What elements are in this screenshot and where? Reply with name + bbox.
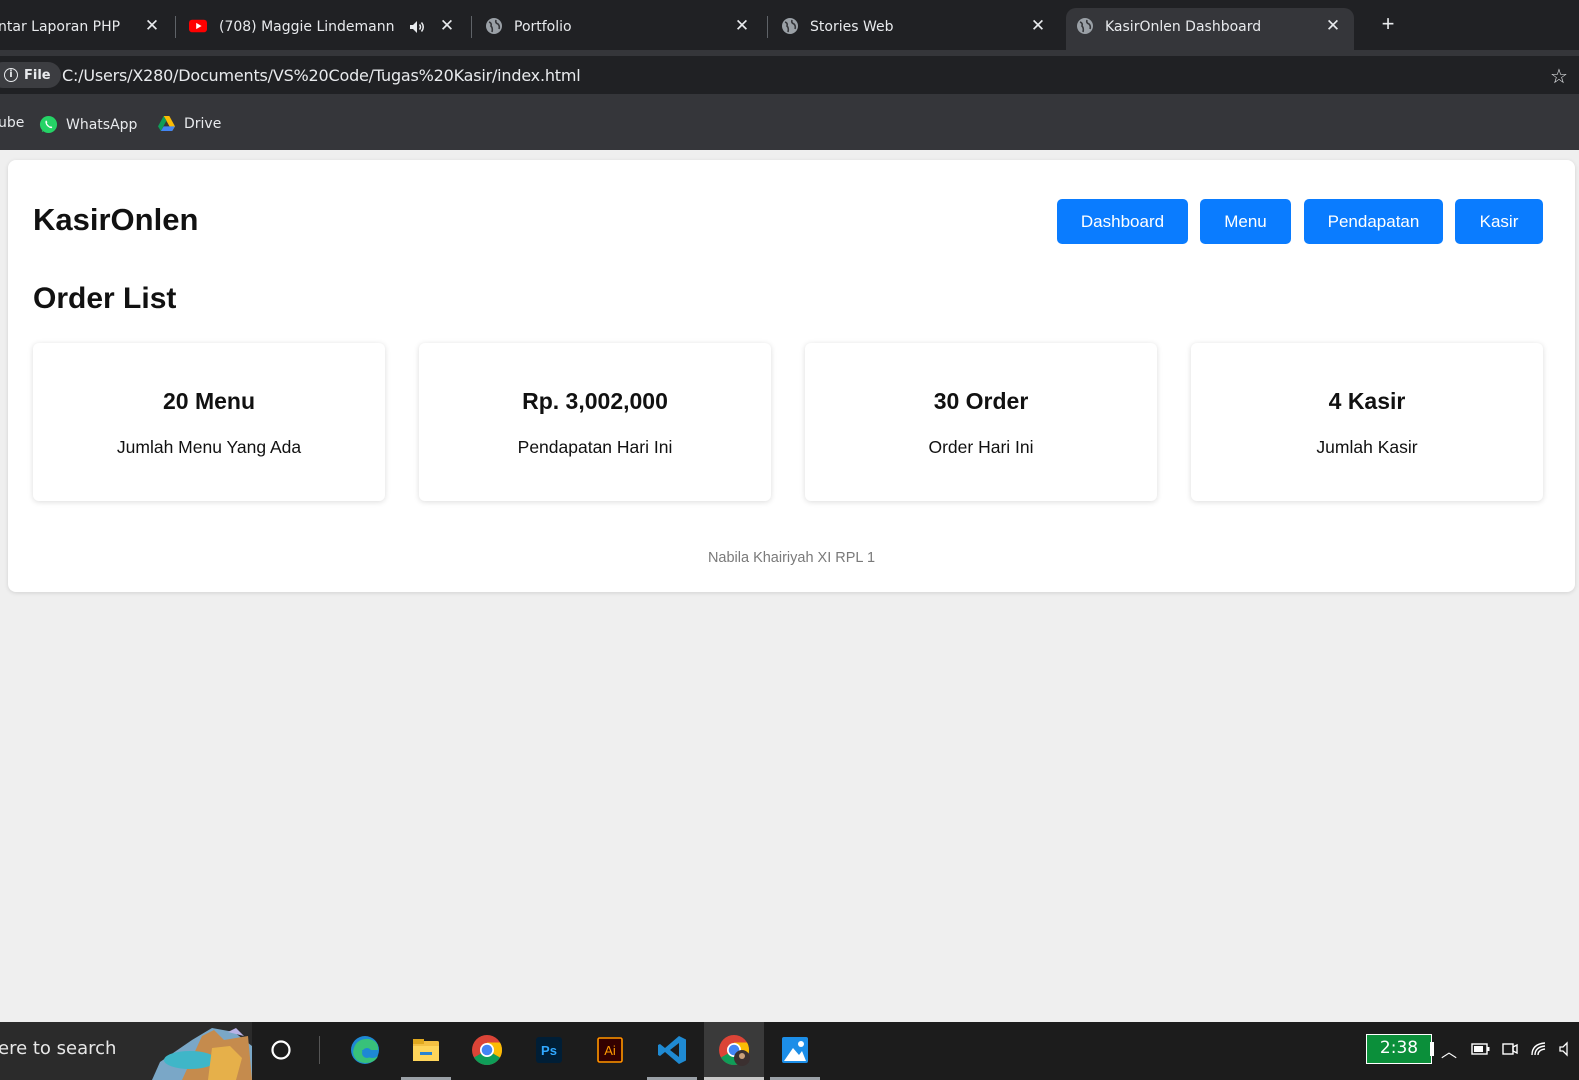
stat-card-menu: 20 Menu Jumlah Menu Yang Ada <box>33 343 385 501</box>
meet-now-icon[interactable] <box>1501 1040 1519 1058</box>
taskbar-divider <box>319 1036 320 1064</box>
footer-credit: Nabila Khairiyah XI RPL 1 <box>707 550 876 566</box>
stat-label: Pendapatan Hari Ini <box>517 437 673 457</box>
tab-stories-web[interactable]: Stories Web ✕ <box>772 8 1062 50</box>
svg-text:Ai: Ai <box>604 1043 616 1058</box>
browser-tab-strip: ntar Laporan PHP ✕ (708) Maggie Lindeman… <box>0 0 1579 50</box>
edge-icon[interactable] <box>345 1030 385 1070</box>
bookmark-youtube[interactable]: ube <box>0 115 24 131</box>
tab-laporan-php[interactable]: ntar Laporan PHP ✕ <box>0 8 170 50</box>
chrome-profile-icon[interactable] <box>714 1030 754 1070</box>
section-title: Order List <box>33 282 177 315</box>
svg-text:Ps: Ps <box>541 1043 557 1058</box>
nav-pendapatan-button[interactable]: Pendapatan <box>1304 199 1443 244</box>
new-tab-button[interactable]: + <box>1376 12 1400 36</box>
tab-title: Stories Web <box>810 19 894 35</box>
battery-icon[interactable] <box>1471 1042 1491 1056</box>
dashboard-container: KasirOnlen Dashboard Menu Pendapatan Kas… <box>8 160 1575 592</box>
site-info-chip[interactable]: i File <box>0 62 61 88</box>
tab-title: KasirOnlen Dashboard <box>1105 19 1262 35</box>
cortana-icon[interactable] <box>261 1030 301 1070</box>
globe-icon <box>782 18 798 34</box>
brand-logo-text[interactable]: KasirOnlen <box>33 202 198 238</box>
volume-icon[interactable] <box>1558 1040 1576 1058</box>
bookmark-whatsapp[interactable]: WhatsApp <box>39 115 137 134</box>
bookmarks-bar: ube WhatsApp Drive <box>0 100 1579 150</box>
stat-value: 20 Menu <box>162 388 256 414</box>
stat-value: 30 Order <box>933 388 1029 414</box>
illustrator-icon[interactable]: Ai <box>590 1030 630 1070</box>
stat-label: Jumlah Menu Yang Ada <box>116 437 302 457</box>
audio-playing-icon[interactable] <box>408 18 426 36</box>
bookmark-label: Drive <box>184 115 222 132</box>
close-icon[interactable]: ✕ <box>733 15 751 37</box>
tab-youtube[interactable]: (708) Maggie Lindemann - I ✕ <box>180 8 470 50</box>
tab-separator <box>471 16 472 38</box>
info-icon: i <box>4 68 18 82</box>
bookmark-drive[interactable]: Drive <box>157 115 221 132</box>
close-icon[interactable]: ✕ <box>438 15 456 37</box>
taskbar-clock[interactable]: 2:38 <box>1366 1034 1432 1064</box>
photoshop-icon[interactable]: Ps <box>529 1030 569 1070</box>
bookmark-label: WhatsApp <box>66 116 138 133</box>
stat-value: 4 Kasir <box>1328 388 1406 414</box>
tab-separator <box>767 16 768 38</box>
search-highlight-illustration-icon <box>152 1028 252 1080</box>
vscode-icon[interactable] <box>652 1030 692 1070</box>
globe-icon <box>486 18 502 34</box>
bookmark-label: ube <box>0 115 25 131</box>
stat-card-pendapatan: Rp. 3,002,000 Pendapatan Hari Ini <box>419 343 771 501</box>
tab-title: Portfolio <box>514 19 572 35</box>
bookmark-star-icon[interactable]: ☆ <box>1550 64 1568 89</box>
url-text[interactable]: C:/Users/X280/Documents/VS%20Code/Tugas%… <box>62 66 581 85</box>
tab-title: (708) Maggie Lindemann - I <box>219 19 399 35</box>
close-icon[interactable]: ✕ <box>1029 15 1047 37</box>
nav-kasir-button[interactable]: Kasir <box>1455 199 1543 244</box>
drive-icon <box>158 115 175 132</box>
tab-portfolio[interactable]: Portfolio ✕ <box>476 8 766 50</box>
taskbar-search-box[interactable]: ere to search <box>0 1022 252 1080</box>
whatsapp-icon <box>39 115 58 134</box>
wifi-icon[interactable] <box>1530 1040 1548 1058</box>
chevron-up-icon[interactable]: ︿ <box>1441 1038 1457 1062</box>
photos-icon[interactable] <box>775 1030 815 1070</box>
stat-card-kasir: 4 Kasir Jumlah Kasir <box>1191 343 1543 501</box>
stat-value: Rp. 3,002,000 <box>522 388 668 414</box>
tab-separator <box>175 16 176 38</box>
close-icon[interactable]: ✕ <box>143 15 161 37</box>
globe-icon <box>1077 18 1093 34</box>
address-bar: i File C:/Users/X280/Documents/VS%20Code… <box>0 50 1579 100</box>
stat-label: Order Hari Ini <box>928 437 1034 457</box>
close-icon[interactable]: ✕ <box>1324 15 1342 37</box>
nav-dashboard-button[interactable]: Dashboard <box>1057 199 1188 244</box>
search-placeholder: ere to search <box>0 1038 117 1059</box>
stat-card-order: 30 Order Order Hari Ini <box>805 343 1157 501</box>
nav-menu-button[interactable]: Menu <box>1200 199 1291 244</box>
chip-label: File <box>24 67 51 83</box>
chrome-icon[interactable] <box>467 1030 507 1070</box>
stat-label: Jumlah Kasir <box>1316 437 1418 457</box>
windows-taskbar: ere to search Ps Ai 2:38 ︿ <box>0 1022 1579 1080</box>
youtube-icon <box>189 19 207 33</box>
file-explorer-icon[interactable] <box>406 1030 446 1070</box>
clock-edge <box>1430 1042 1434 1056</box>
tab-title: ntar Laporan PHP <box>0 19 121 35</box>
tab-kasironlen-dashboard[interactable]: KasirOnlen Dashboard ✕ <box>1066 8 1354 50</box>
